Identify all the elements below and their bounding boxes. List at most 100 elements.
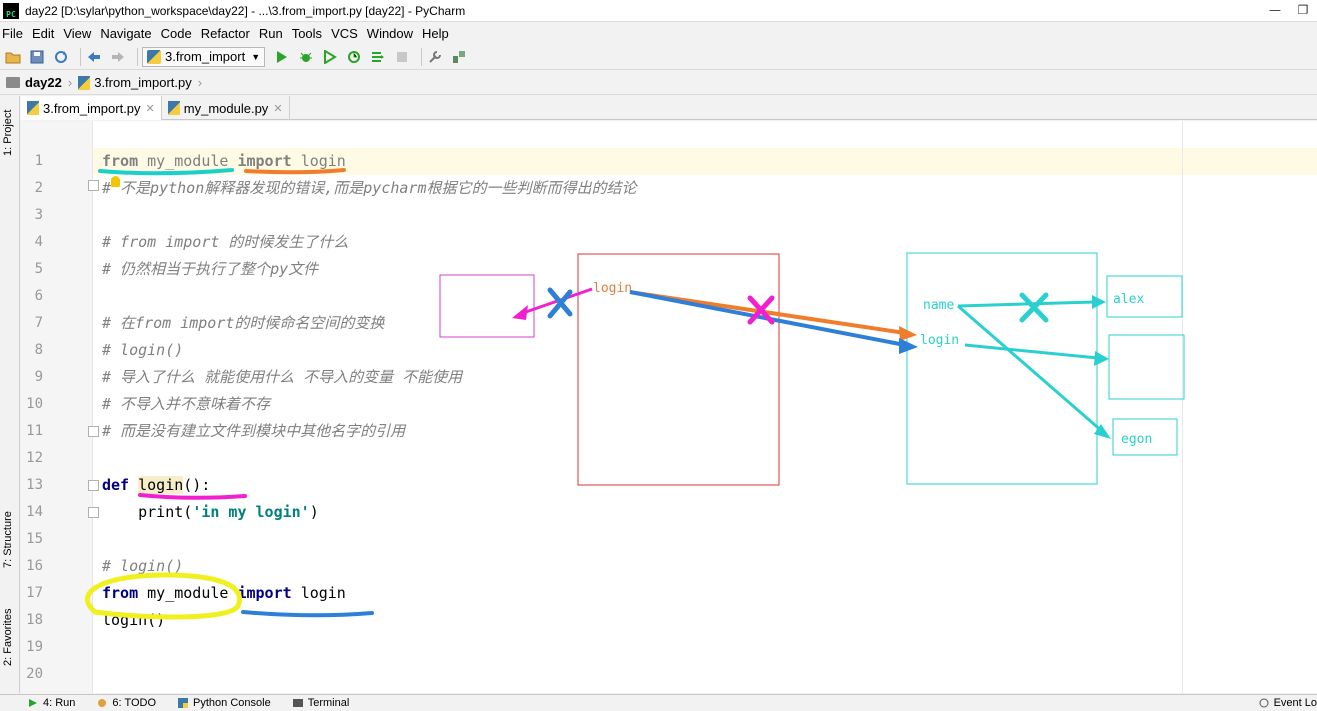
- right-margin-guide: [1182, 121, 1183, 693]
- line-number: 20: [26, 666, 43, 682]
- chevron-right-icon: ›: [67, 75, 73, 90]
- tab-my-module[interactable]: my_module.py ✕: [162, 96, 290, 120]
- line-number: 10: [26, 396, 43, 412]
- folder-icon: [6, 77, 20, 88]
- tool-window-python-console[interactable]: Python Console: [178, 697, 271, 709]
- line-number: 7: [34, 315, 43, 331]
- line-number: 12: [26, 450, 43, 466]
- fold-marker-icon[interactable]: [88, 480, 99, 491]
- code-comment: # 而是没有建立文件到模块中其他名字的引用: [102, 422, 406, 440]
- module-name: my_module: [147, 152, 229, 170]
- line-number: 14: [26, 504, 43, 520]
- python-file-icon: [78, 75, 91, 90]
- function-name: login: [138, 476, 184, 494]
- project-structure-icon[interactable]: [450, 48, 468, 66]
- keyword: from: [102, 584, 139, 602]
- fold-marker-icon[interactable]: [88, 507, 99, 518]
- import-name: login: [300, 152, 346, 170]
- run-icon[interactable]: [273, 48, 291, 66]
- chevron-right-icon: ›: [197, 75, 203, 90]
- back-arrow-icon[interactable]: [85, 48, 103, 66]
- menu-run[interactable]: Run: [259, 26, 283, 41]
- toolbar-divider: [137, 47, 138, 66]
- line-number: 17: [26, 585, 43, 601]
- module-name: my_module: [147, 584, 229, 602]
- menu-file[interactable]: File: [2, 26, 23, 41]
- code-comment: # 仍然相当于执行了整个py文件: [102, 260, 319, 278]
- code-comment: # login(): [102, 557, 184, 575]
- tab-from-import[interactable]: 3.from_import.py ✕: [21, 96, 162, 120]
- line-number: 2: [34, 180, 43, 196]
- open-folder-icon[interactable]: [4, 48, 22, 66]
- line-number: 19: [26, 639, 43, 655]
- close-tab-icon[interactable]: ✕: [273, 102, 282, 115]
- line-number: 9: [34, 369, 43, 385]
- line-number: 5: [34, 261, 43, 277]
- tool-window-label: 4: Run: [43, 697, 76, 709]
- line-number: 8: [34, 342, 43, 358]
- keyword: from: [102, 152, 139, 170]
- fold-marker-icon[interactable]: [88, 426, 99, 437]
- forward-arrow-icon[interactable]: [109, 48, 127, 66]
- code-comment: # 不是python解释器发现的错误,而是pycharm根据它的一些判断而得出的…: [102, 179, 637, 197]
- menu-refactor[interactable]: Refactor: [201, 26, 250, 41]
- debug-icon[interactable]: [297, 48, 315, 66]
- line-number: 4: [34, 234, 43, 250]
- line-number: 16: [26, 558, 43, 574]
- python-console-icon: [178, 698, 189, 708]
- code-editor[interactable]: 1 2 3 4 5 6 7 8 9 10 11 12 13 14 15 16 1…: [21, 121, 1317, 693]
- title-bar: PC day22 [D:\sylar\python_workspace\day2…: [0, 0, 1317, 22]
- line-number: 15: [26, 531, 43, 547]
- code-line: from my_module import login: [102, 580, 346, 607]
- tool-tab-favorites[interactable]: 2: Favorites: [2, 609, 14, 666]
- toolbar-divider: [421, 47, 423, 66]
- minimize-button[interactable]: —: [1261, 0, 1289, 20]
- run-configuration-label: 3.from_import: [165, 49, 246, 64]
- line-number: 3: [34, 207, 43, 223]
- run-configuration-select[interactable]: 3.from_import ▼: [142, 46, 266, 67]
- menu-help[interactable]: Help: [422, 26, 449, 41]
- run-with-coverage-icon[interactable]: [321, 48, 339, 66]
- event-log-icon: [1259, 698, 1269, 708]
- menu-navigate[interactable]: Navigate: [100, 26, 151, 41]
- tool-window-label: Python Console: [193, 697, 271, 709]
- string-literal: 'in my login': [192, 503, 310, 521]
- tool-window-label: Terminal: [307, 697, 350, 709]
- python-file-icon: [27, 101, 39, 115]
- code-comment: # 不导入并不意味着不存: [102, 395, 271, 413]
- menu-code[interactable]: Code: [161, 26, 192, 41]
- window-controls: — ❐: [1261, 0, 1317, 20]
- keyword: import: [237, 584, 292, 602]
- maximize-button[interactable]: ❐: [1289, 0, 1317, 20]
- fold-marker-icon[interactable]: [88, 180, 99, 191]
- menu-tools[interactable]: Tools: [292, 26, 322, 41]
- breadcrumb-file[interactable]: 3.from_import.py: [94, 75, 192, 90]
- code-line: def login():: [102, 472, 210, 499]
- concurrency-icon[interactable]: [369, 48, 387, 66]
- tab-label: 3.from_import.py: [43, 100, 141, 116]
- synchronize-icon[interactable]: [52, 48, 70, 66]
- menu-vcs[interactable]: VCS: [331, 26, 358, 41]
- breadcrumb-project[interactable]: day22: [25, 75, 62, 90]
- tool-window-todo[interactable]: 6: TODO: [97, 697, 156, 709]
- event-log[interactable]: Event Lo: [1259, 697, 1317, 709]
- tool-window-run[interactable]: 4: Run: [28, 697, 75, 709]
- line-number: 11: [26, 423, 43, 439]
- line-number: 6: [34, 288, 43, 304]
- menu-window[interactable]: Window: [367, 26, 413, 41]
- menu-edit[interactable]: Edit: [32, 26, 54, 41]
- tab-label: my_module.py: [183, 100, 269, 116]
- code-line: print('in my login'): [102, 499, 319, 526]
- settings-wrench-icon[interactable]: [426, 48, 444, 66]
- tool-tab-structure[interactable]: 7: Structure: [2, 511, 14, 568]
- tool-tab-project[interactable]: 1: Project: [2, 110, 14, 156]
- run-icon: [29, 699, 37, 707]
- code-comment: # 在from import的时候命名空间的变换: [102, 314, 385, 332]
- menu-view[interactable]: View: [63, 26, 91, 41]
- tool-window-terminal[interactable]: Terminal: [292, 697, 350, 709]
- stop-icon[interactable]: [393, 48, 411, 66]
- profile-icon[interactable]: [345, 48, 363, 66]
- save-all-icon[interactable]: [28, 48, 46, 66]
- import-name: login: [300, 584, 346, 602]
- close-tab-icon[interactable]: ✕: [146, 102, 155, 115]
